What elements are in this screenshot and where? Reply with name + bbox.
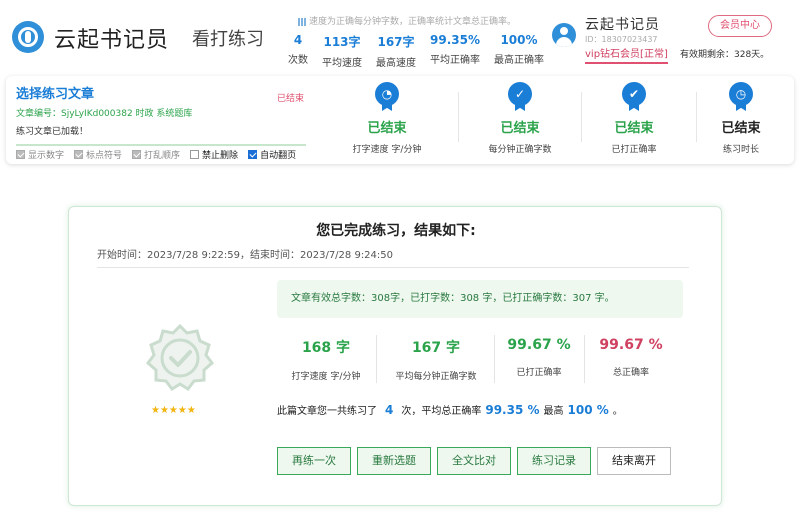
metric-accuracy: ✔ 已结束 已打正确率: [579, 82, 689, 155]
logo-icon: [12, 21, 44, 53]
checkbox[interactable]: [190, 150, 200, 159]
bar-chart-icon: [298, 17, 306, 26]
stat-avg-speed: 113字 平均速度: [322, 35, 362, 69]
article-panel: 选择练习文章 已结束 文章编号：SjyLyIKd000382 时政 系统题库 练…: [6, 76, 794, 164]
user-avatar-icon[interactable]: [552, 23, 576, 47]
result-accuracy: 99.67 % 已打正确率: [507, 337, 571, 378]
metric-speed: ◔ 已结束 打字速度 字/分钟: [332, 82, 442, 155]
check-badge-icon: ✔: [621, 82, 647, 112]
header-stats: 4 次数 113字 平均速度 167字 最高速度 99.35% 平均正确率 100% 最高…: [288, 33, 558, 69]
star-rating: ★★★★★: [151, 405, 196, 416]
option-shuffle[interactable]: 打乱顺序: [132, 148, 180, 161]
result-total-accuracy: 99.67 % 总正确率: [599, 337, 663, 378]
checkbox[interactable]: [248, 150, 258, 159]
practice-history-button[interactable]: 练习记录: [517, 447, 591, 475]
divider: [494, 335, 495, 383]
option-punctuation[interactable]: 标点符号: [74, 148, 122, 161]
clock-badge-icon: ◷: [728, 82, 754, 112]
check-badge-icon: ✓: [507, 82, 533, 112]
app-window: 云起书记员 看打练习 速度为正确每分钟字数，正确率统计文章总正确率。 4 次数 1…: [0, 0, 800, 527]
divider: [458, 92, 459, 142]
vip-status-link[interactable]: vip钻石会员[正常]: [585, 45, 668, 64]
member-center-button[interactable]: 会员中心: [708, 15, 772, 37]
reselect-article-button[interactable]: 重新选题: [357, 447, 431, 475]
result-speed: 168 字 打字速度 字/分钟: [291, 340, 361, 382]
practice-options: 显示数字 标点符号 打乱顺序 禁止删除 自动翻页: [16, 144, 307, 161]
metric-duration: ◷ 已结束 练习时长: [686, 82, 796, 155]
speed-badge-icon: ◔: [374, 82, 400, 112]
brand-name: 云起书记员: [54, 28, 170, 53]
stat-max-accuracy: 100% 最高正确率: [494, 33, 544, 66]
check-seal-icon: [145, 323, 215, 392]
result-title: 您已完成练习，结果如下:: [316, 223, 476, 239]
result-card: 您已完成练习，结果如下: 开始时间：2023/7/28 9:22:59，结束时间…: [68, 206, 722, 506]
ended-status: 已结束: [277, 94, 305, 104]
article-code: 文章编号：SjyLyIKd000382 时政 系统题库: [16, 109, 193, 119]
user-id: ID：18307023437: [585, 35, 658, 44]
checkbox[interactable]: [74, 150, 84, 159]
option-show-digits[interactable]: 显示数字: [16, 148, 64, 161]
checkbox[interactable]: [16, 150, 25, 159]
divider: [376, 335, 377, 383]
practice-summary: 此篇文章您一共练习了 4 次，平均总正确率 99.35 % 最高 100 %。: [277, 403, 623, 417]
metric-correct-per-minute: ✓ 已结束 每分钟正确字数: [465, 82, 575, 155]
compare-full-text-button[interactable]: 全文比对: [437, 447, 511, 475]
result-time: 开始时间：2023/7/28 9:22:59，结束时间：2023/7/28 9:…: [97, 250, 394, 261]
option-no-delete[interactable]: 禁止删除: [190, 148, 238, 161]
stat-count: 4 次数: [288, 33, 308, 66]
user-name: 云起书记员: [585, 17, 660, 33]
article-loaded-status: 练习文章已加载！: [16, 127, 89, 137]
stat-avg-accuracy: 99.35% 平均正确率: [430, 33, 480, 66]
divider: [584, 335, 585, 383]
option-auto-page[interactable]: 自动翻页: [248, 148, 296, 161]
header: 云起书记员 看打练习 速度为正确每分钟字数，正确率统计文章总正确率。 4 次数 1…: [0, 0, 800, 74]
expire-text: 有效期剩余：328天。: [680, 50, 770, 60]
select-article-link[interactable]: 选择练习文章: [16, 83, 94, 102]
finish-leave-button[interactable]: 结束离开: [597, 447, 671, 475]
checkbox[interactable]: [132, 150, 142, 159]
stat-max-speed: 167字 最高速度: [376, 35, 416, 69]
mode-title: 看打练习: [192, 29, 264, 50]
divider: [97, 267, 689, 268]
result-summary: 文章有效总字数：308字，已打字数：308 字，已打正确字数：307 字。: [277, 280, 683, 318]
result-correct-per-minute: 167 字 平均每分钟正确字数: [395, 340, 477, 382]
stats-note: 速度为正确每分钟字数，正确率统计文章总正确率。: [298, 14, 516, 27]
action-buttons: 再练一次 重新选题 全文比对 练习记录 结束离开: [277, 447, 677, 475]
practice-again-button[interactable]: 再练一次: [277, 447, 351, 475]
